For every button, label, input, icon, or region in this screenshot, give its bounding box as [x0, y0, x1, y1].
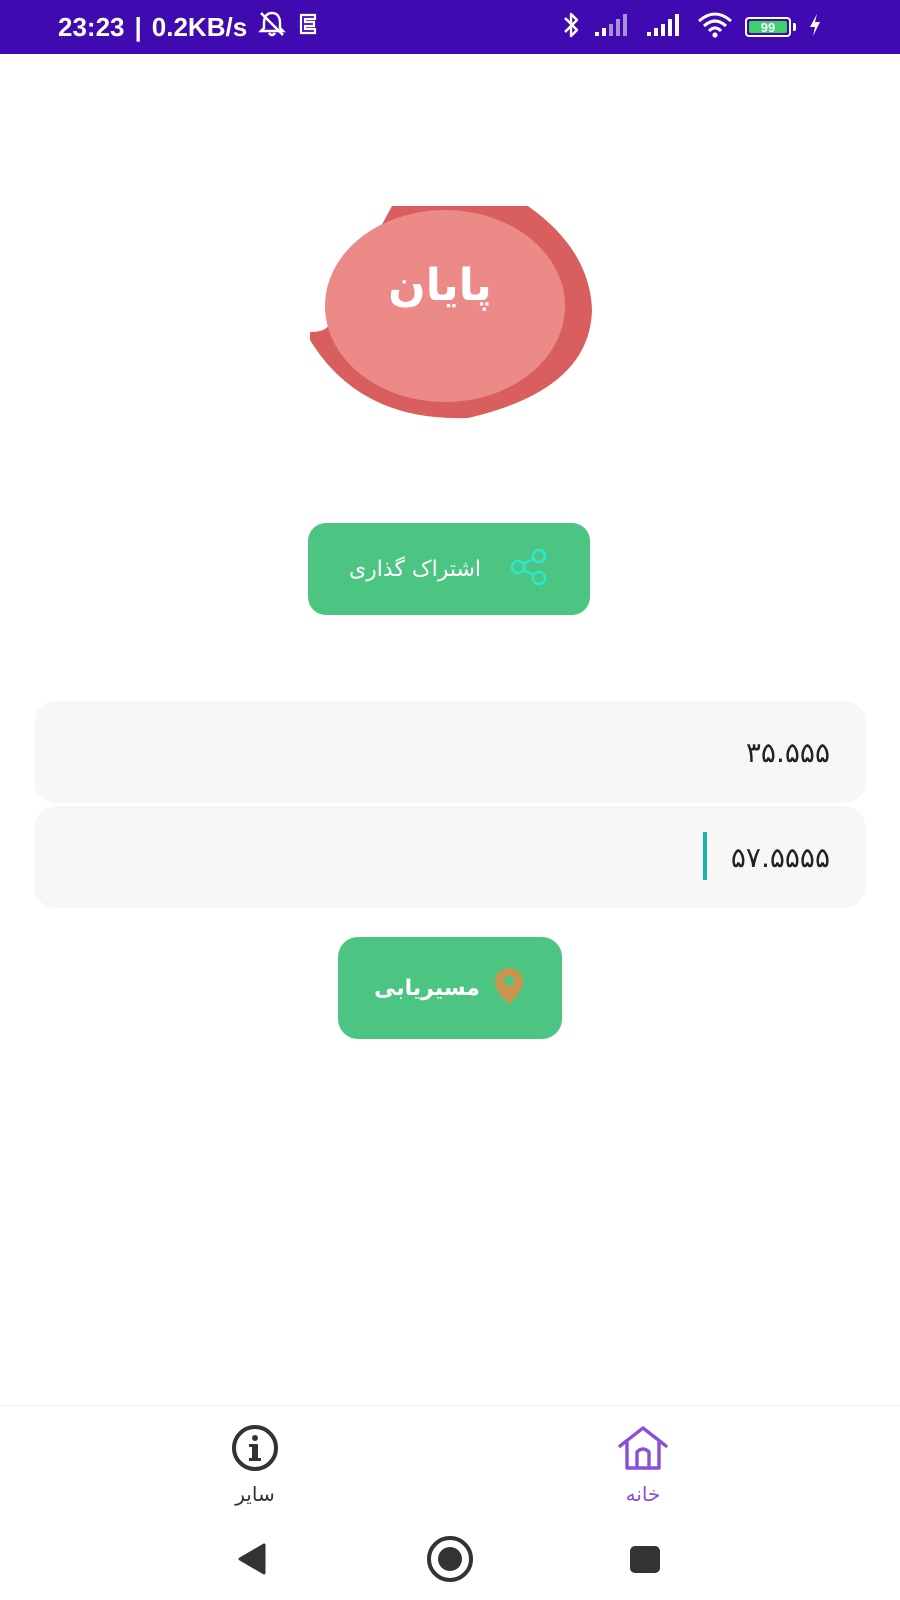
app-notification-icon [297, 11, 319, 44]
home-system-button[interactable] [422, 1531, 478, 1587]
battery-icon: 99 [745, 17, 791, 37]
bluetooth-icon [561, 10, 581, 44]
status-right: 99 [561, 0, 822, 54]
nav-item-home[interactable]: خانه [573, 1424, 713, 1506]
status-bar: 23:23 | 0.2KB/s 99 [0, 0, 900, 54]
end-label: پایان [388, 260, 492, 311]
latitude-input[interactable] [34, 701, 866, 803]
battery-tip [793, 23, 796, 31]
routing-label: مسیریابی [374, 975, 480, 1001]
status-separator: | [134, 11, 142, 42]
back-triangle-icon [238, 1543, 266, 1575]
share-icon [509, 547, 549, 591]
app-screen: 23:23 | 0.2KB/s 99 پایان اشتراک گذاری ۳۵… [0, 0, 900, 1600]
signal-icon [593, 12, 633, 42]
status-time: 23:23 [58, 11, 125, 42]
recents-square-icon [630, 1546, 660, 1573]
share-button[interactable]: اشتراک گذاری [308, 523, 590, 615]
battery-level: 99 [760, 19, 776, 35]
bottom-navigation: سایر خانه [0, 1405, 900, 1518]
signal-icon [645, 12, 685, 42]
nav-label-home: خانه [625, 1482, 661, 1506]
end-badge[interactable]: پایان [300, 200, 600, 420]
wifi-icon [697, 11, 733, 43]
charging-icon [808, 13, 822, 41]
routing-button[interactable]: مسیریابی [338, 937, 562, 1039]
location-pin-icon [492, 966, 526, 1010]
back-button[interactable] [224, 1531, 280, 1587]
status-left: 23:23 | 0.2KB/s [58, 0, 319, 54]
info-icon [227, 1424, 283, 1476]
recents-button[interactable] [617, 1531, 673, 1587]
home-icon [615, 1424, 671, 1476]
system-navigation-bar [0, 1517, 900, 1600]
alarm-off-icon [257, 10, 287, 45]
share-label: اشتراک گذاری [348, 556, 482, 582]
text-cursor [703, 832, 707, 880]
status-net-speed: 0.2KB/s [151, 11, 248, 42]
longitude-input[interactable] [34, 806, 866, 908]
nav-label-more: سایر [235, 1482, 275, 1506]
home-circle-icon [427, 1536, 473, 1582]
nav-item-more[interactable]: سایر [185, 1424, 325, 1506]
